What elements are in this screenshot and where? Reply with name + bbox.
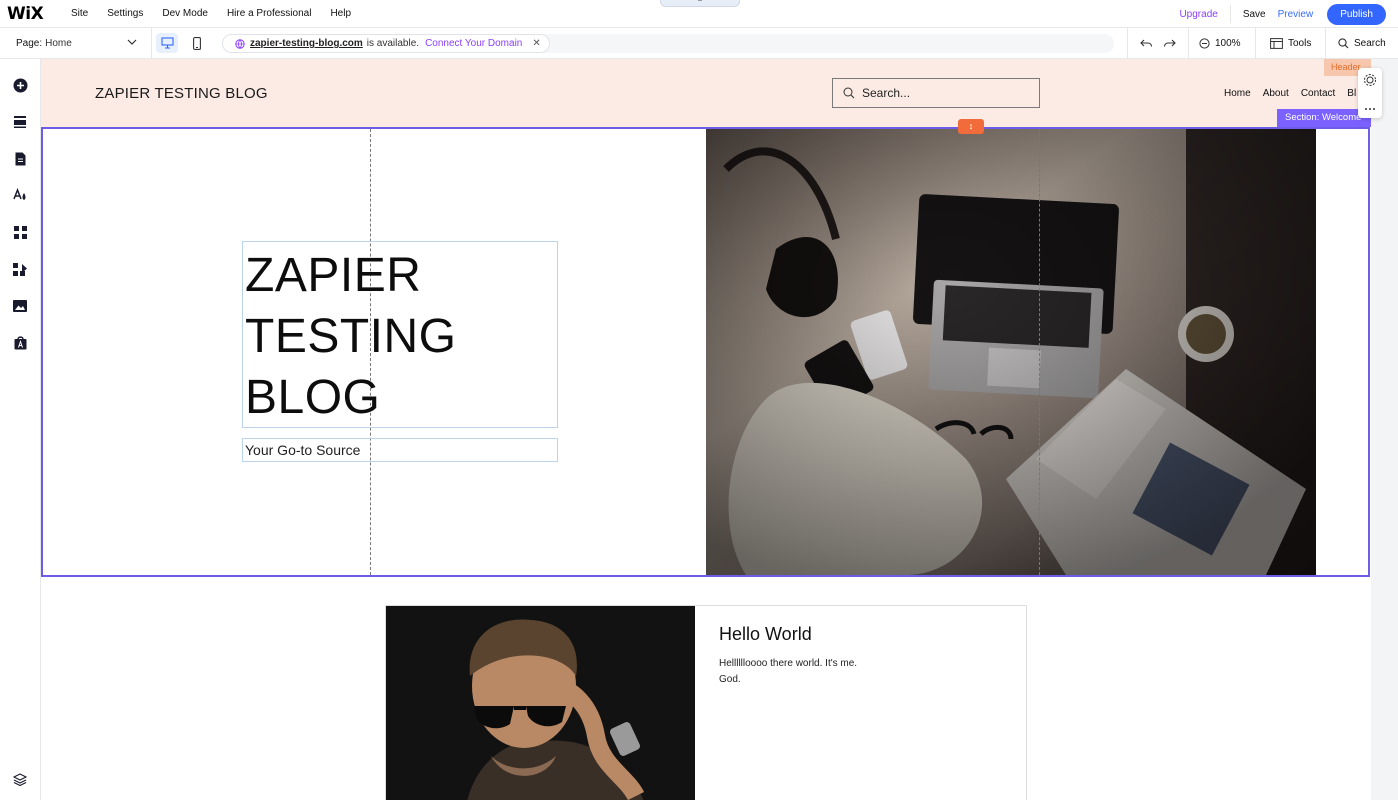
undo-redo-group bbox=[1127, 28, 1188, 59]
zoom-control[interactable]: 100% bbox=[1188, 28, 1255, 59]
card-title[interactable]: Hello World bbox=[719, 624, 812, 645]
collapse-toolbar-handle[interactable]: ⌃ bbox=[660, 0, 740, 7]
layers-icon[interactable] bbox=[12, 771, 28, 787]
publish-button[interactable]: Publish bbox=[1327, 3, 1386, 25]
left-sidebar bbox=[0, 59, 41, 800]
page-value: Home bbox=[45, 37, 72, 49]
globe-icon bbox=[235, 38, 245, 49]
menu-help[interactable]: Help bbox=[330, 8, 351, 19]
design-icon[interactable] bbox=[12, 187, 28, 203]
nav-contact[interactable]: Contact bbox=[1301, 88, 1335, 99]
desktop-icon bbox=[160, 37, 174, 49]
upgrade-link[interactable]: Upgrade bbox=[1179, 9, 1217, 20]
url-bar: zapier-testing-blog.com is available. Co… bbox=[222, 34, 1114, 53]
element-actions-panel bbox=[1358, 68, 1382, 118]
wix-logo[interactable]: WiX bbox=[7, 4, 57, 24]
mobile-icon bbox=[193, 36, 201, 50]
blog-card[interactable]: Hello World Helllllloooo there world. It… bbox=[385, 605, 1027, 800]
site-nav: Home About Contact Bl bbox=[1224, 88, 1368, 99]
media-icon[interactable] bbox=[12, 298, 28, 314]
sections-icon[interactable] bbox=[12, 114, 28, 130]
search-label: Search bbox=[1354, 38, 1386, 49]
redo-icon[interactable] bbox=[1163, 38, 1176, 49]
save-button[interactable]: Save bbox=[1243, 9, 1266, 20]
apps-icon[interactable] bbox=[12, 224, 28, 240]
domain-name[interactable]: zapier-testing-blog.com bbox=[250, 38, 363, 49]
domain-availability: is available. bbox=[366, 38, 420, 49]
tools-button[interactable]: Tools bbox=[1255, 28, 1325, 59]
business-icon[interactable] bbox=[12, 261, 28, 277]
search-icon bbox=[843, 87, 855, 99]
card-photo[interactable] bbox=[386, 606, 695, 800]
right-toolbar: 100% Tools Search bbox=[1127, 28, 1398, 59]
tools-icon bbox=[1270, 38, 1283, 49]
search-button[interactable]: Search bbox=[1325, 28, 1398, 59]
section-resize-handle[interactable]: ↕ bbox=[958, 119, 984, 134]
tools-label: Tools bbox=[1288, 38, 1312, 49]
card-text[interactable]: Helllllloooo there world. It's me. God. bbox=[719, 656, 889, 688]
zoom-level: 100% bbox=[1215, 38, 1241, 49]
menu-settings[interactable]: Settings bbox=[107, 8, 143, 19]
card-text-line: God. bbox=[719, 674, 741, 685]
site-title[interactable]: ZAPIER TESTING BLOG bbox=[95, 85, 268, 102]
card-text-line: Helllllloooo there world. It's me. bbox=[719, 658, 858, 669]
editor-canvas[interactable]: ZAPIER TESTING BLOG Search... Home About… bbox=[41, 59, 1371, 800]
preview-button[interactable]: Preview bbox=[1278, 9, 1314, 20]
mobile-view-button[interactable] bbox=[182, 28, 212, 59]
add-icon[interactable] bbox=[12, 77, 28, 93]
nav-about[interactable]: About bbox=[1263, 88, 1289, 99]
search-icon bbox=[1338, 38, 1349, 49]
page-selector[interactable]: Page: Home bbox=[0, 27, 152, 59]
page-label: Page: bbox=[16, 37, 43, 49]
hero-title[interactable]: ZAPIER TESTING BLOG bbox=[243, 242, 557, 428]
hero-image[interactable] bbox=[706, 129, 1316, 575]
undo-icon[interactable] bbox=[1140, 38, 1153, 49]
site-search-box[interactable]: Search... bbox=[832, 78, 1040, 108]
canvas-gutter bbox=[1371, 59, 1398, 800]
close-icon[interactable]: ✕ bbox=[532, 38, 540, 49]
site-header[interactable]: ZAPIER TESTING BLOG Search... Home About… bbox=[41, 59, 1371, 127]
menu-hire-professional[interactable]: Hire a Professional bbox=[227, 8, 311, 19]
divider bbox=[1229, 5, 1231, 23]
top-menu-bar: WiX Site Settings Dev Mode Hire a Profes… bbox=[0, 0, 1398, 28]
pages-icon[interactable] bbox=[12, 151, 28, 167]
gear-icon[interactable] bbox=[1358, 68, 1382, 92]
section-tag[interactable]: Section: Welcome bbox=[1277, 109, 1371, 127]
hero-title-line: TESTING bbox=[245, 310, 457, 363]
hero-title-box[interactable]: ZAPIER TESTING BLOG bbox=[242, 241, 558, 428]
gridline bbox=[1039, 129, 1040, 575]
search-placeholder: Search... bbox=[862, 86, 911, 100]
more-icon[interactable] bbox=[1358, 97, 1382, 121]
app-market-icon[interactable] bbox=[12, 335, 28, 351]
nav-home[interactable]: Home bbox=[1224, 88, 1251, 99]
chevron-down-icon bbox=[127, 39, 137, 45]
hero-subtitle[interactable]: Your Go-to Source bbox=[242, 438, 558, 462]
nav-blog[interactable]: Bl bbox=[1347, 88, 1356, 99]
domain-notice: zapier-testing-blog.com is available. Co… bbox=[222, 34, 550, 53]
connect-domain-link[interactable]: Connect Your Domain bbox=[425, 38, 522, 49]
desktop-view-button[interactable] bbox=[152, 28, 182, 59]
menu-dev-mode[interactable]: Dev Mode bbox=[162, 8, 208, 19]
menu-site[interactable]: Site bbox=[71, 8, 88, 19]
zoom-out-icon bbox=[1199, 38, 1210, 49]
hero-title-line: BLOG bbox=[245, 371, 381, 424]
hero-title-line: ZAPIER bbox=[245, 249, 422, 302]
